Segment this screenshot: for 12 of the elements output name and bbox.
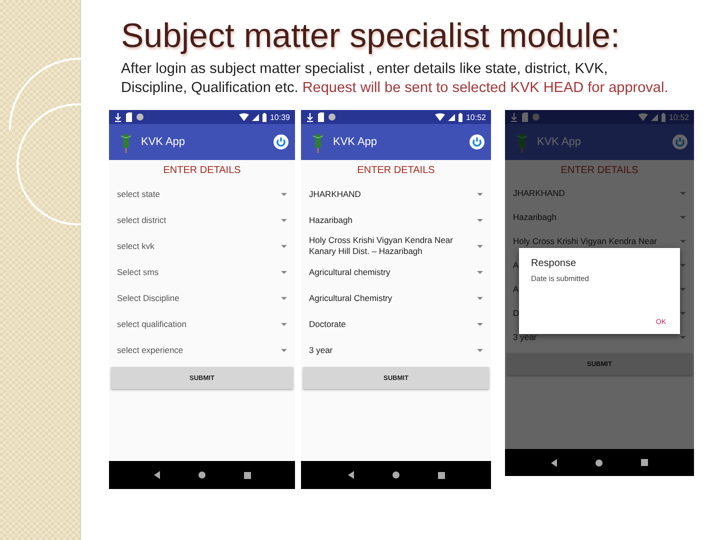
form-heading: ENTER DETAILS [162,164,242,178]
form-heading: ENTER DETAILS [560,164,640,178]
app-title: KVK App [537,136,582,148]
slide-text: After login as subject matter specialist , enter details like state, district, KVK, Discipline, Qualification etc. Request will be sent to selected KVK HEAD for approval. [121,60,669,98]
status-time: 10:52 [668,112,689,122]
app-title: KVK App [333,136,378,148]
form-heading: ENTER DETAILS [356,164,436,178]
status-time: 10:39 [270,112,290,122]
slide-title: Subject matter specialist module: [121,16,621,56]
dialog-title: Response [531,258,578,269]
status-time: 10:52 [466,112,486,122]
app-title: KVK App [141,136,186,148]
